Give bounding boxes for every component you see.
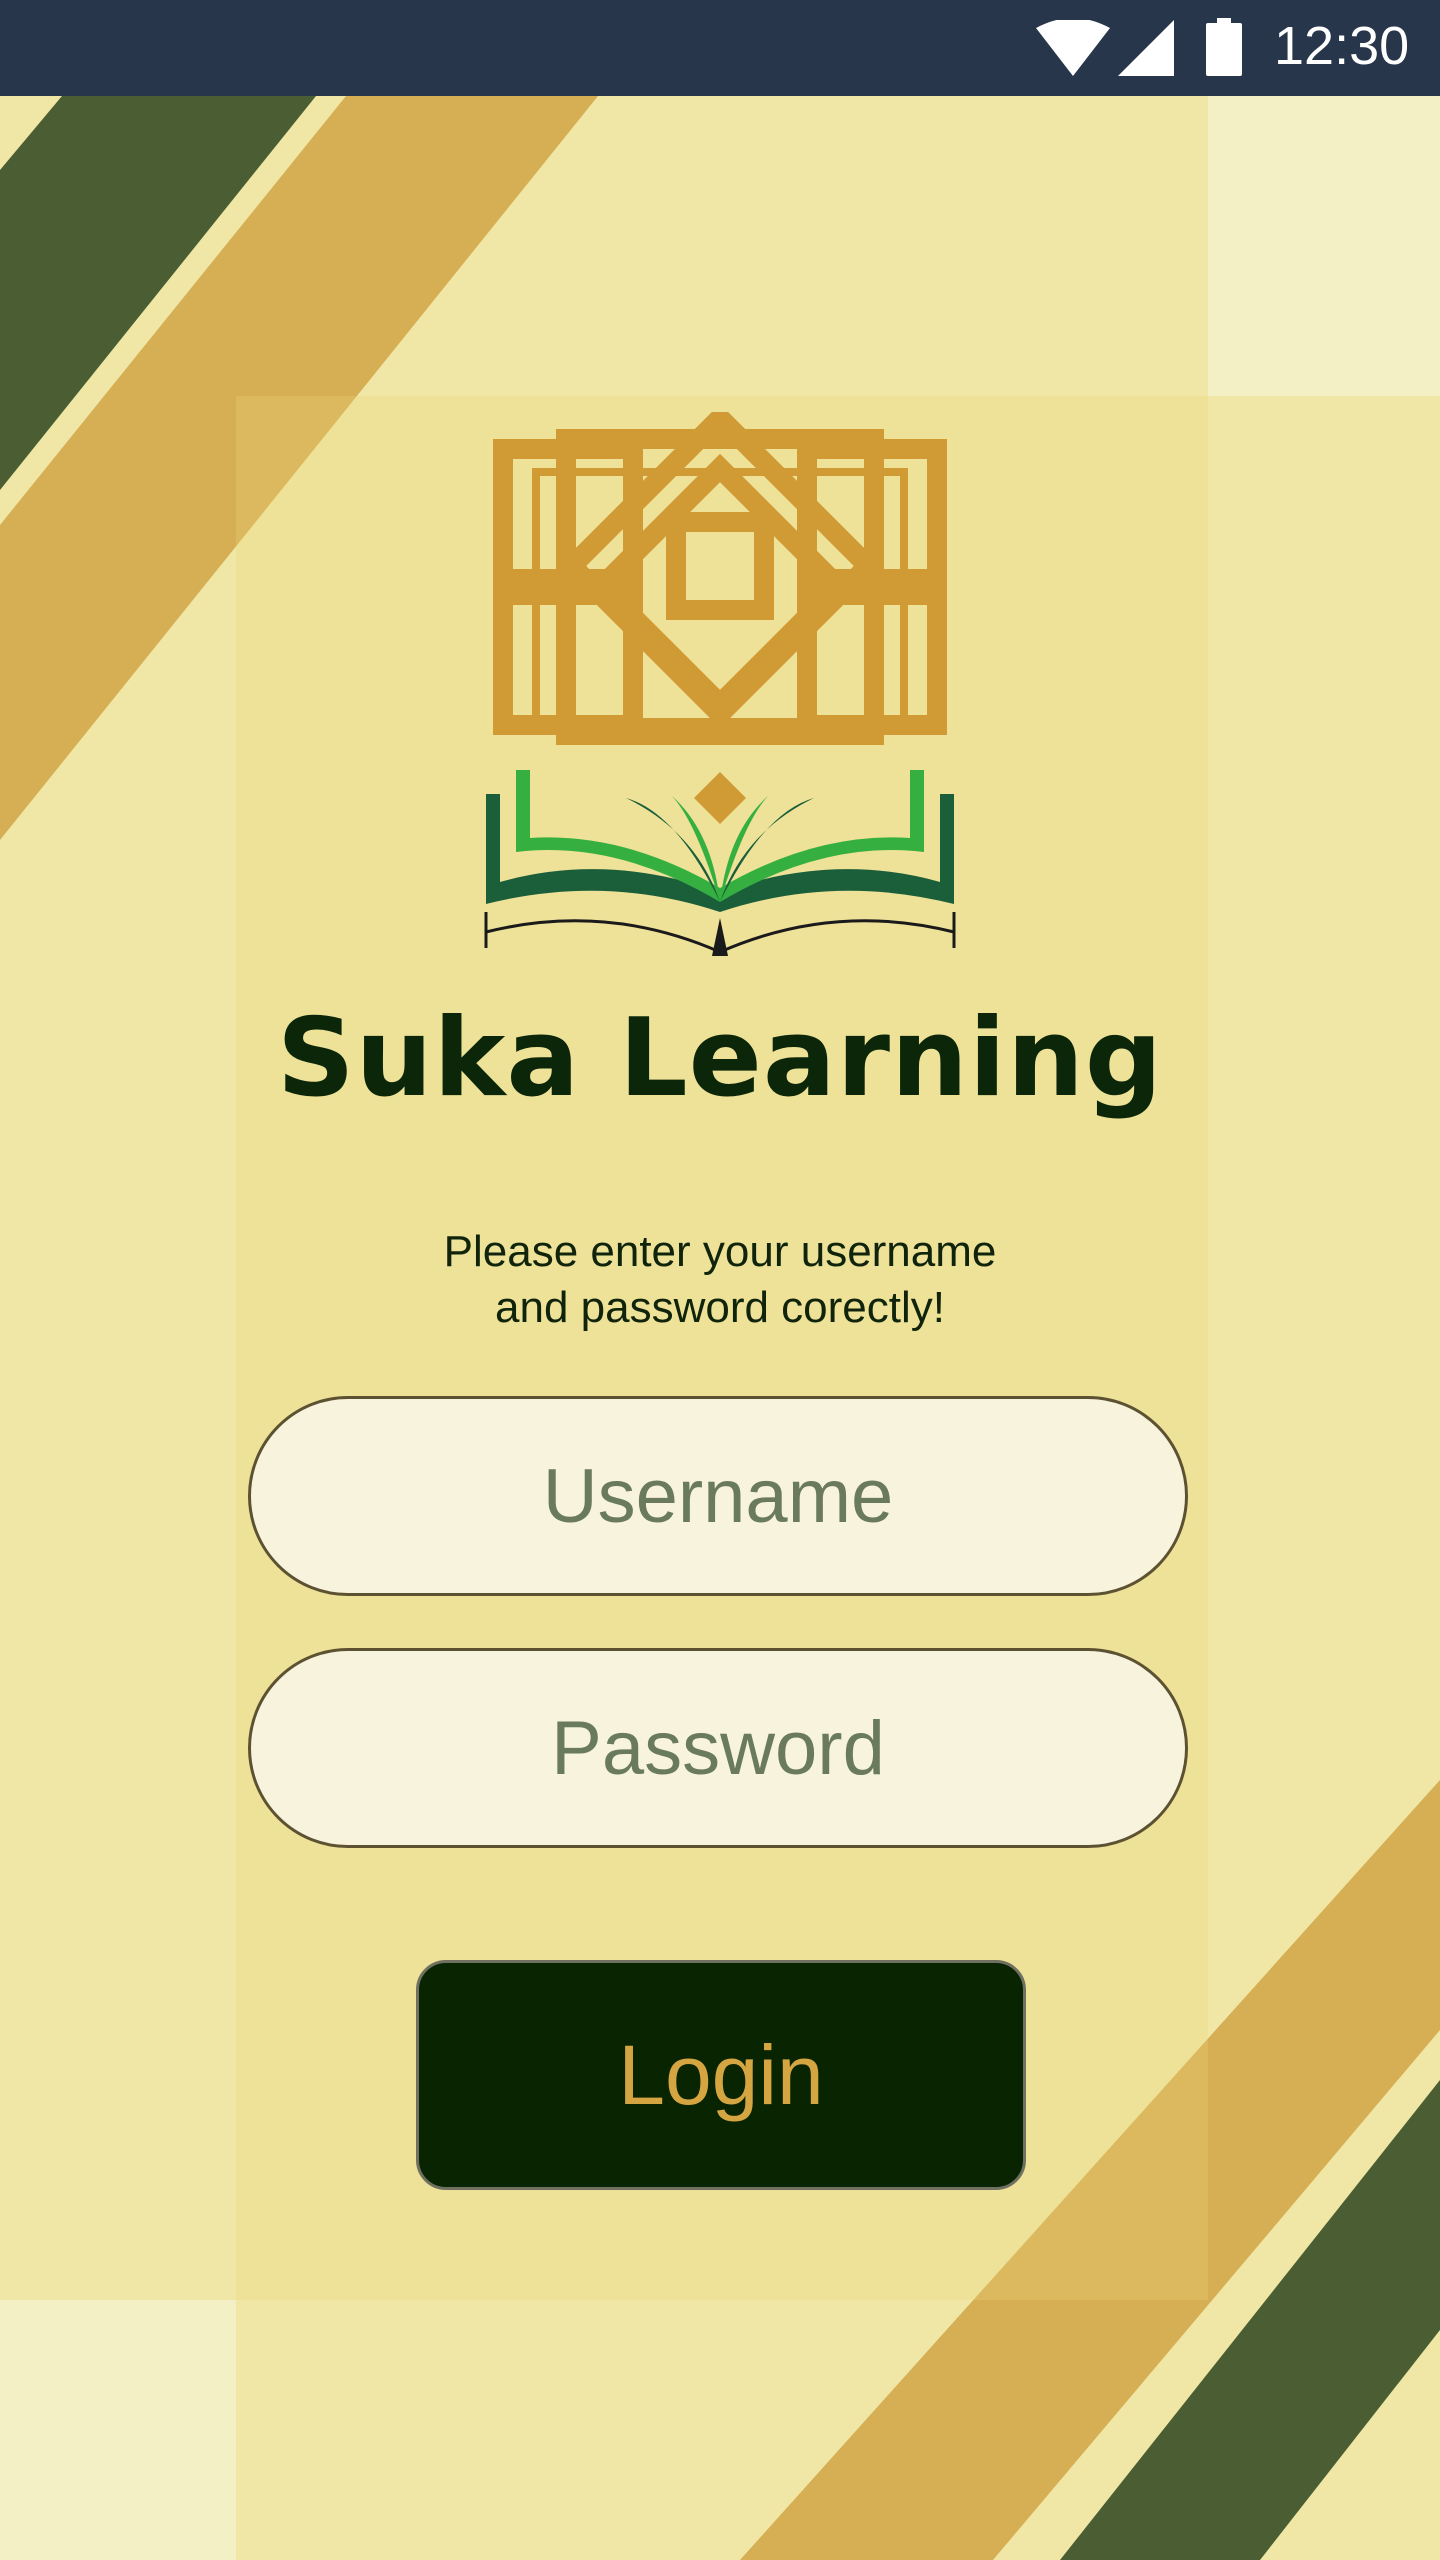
instruction-line-1: Please enter your username: [443, 1227, 997, 1276]
battery-icon: [1206, 18, 1242, 76]
status-bar: 12:30: [0, 0, 1440, 96]
wifi-icon: [1036, 20, 1110, 76]
suka-learning-logo: [484, 412, 956, 956]
username-input[interactable]: [248, 1396, 1188, 1596]
instruction-line-2: and password corectly!: [495, 1283, 945, 1332]
login-button[interactable]: Login: [416, 1960, 1026, 2190]
status-clock: 12:30: [1274, 16, 1410, 76]
password-input[interactable]: [248, 1648, 1188, 1848]
signal-icon: [1118, 20, 1174, 76]
login-button-label: Login: [618, 2028, 824, 2122]
app-title: Suka Learning: [276, 996, 1164, 1121]
login-instruction: Please enter your username and password …: [370, 1224, 1070, 1336]
